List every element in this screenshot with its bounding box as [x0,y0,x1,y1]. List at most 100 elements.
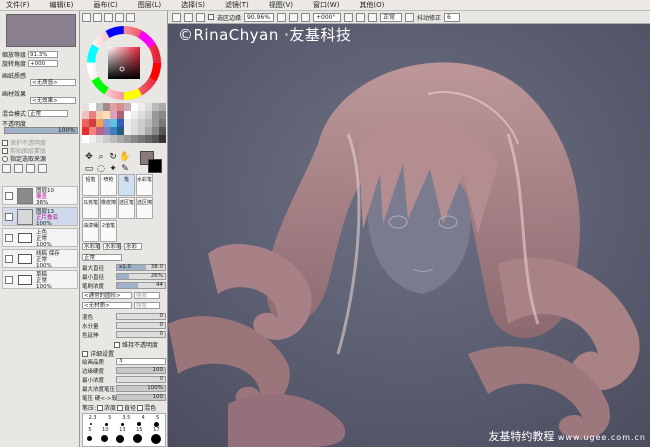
angle-field[interactable]: +000 [28,60,59,67]
menu-file[interactable]: 文件(F) [6,0,30,10]
folder-item[interactable]: 线稿 保存 正常 100% [2,249,78,269]
new-layer-icon[interactable] [2,164,11,173]
brush-eraser[interactable]: 橡皮擦 [100,197,117,219]
pressure-blend-checkbox[interactable] [137,404,144,411]
rgb-slider-icon[interactable] [93,13,102,22]
deselect-icon[interactable] [172,12,181,22]
color-swatches[interactable] [82,103,166,143]
menu-view[interactable]: 视图(V) [269,0,293,10]
menu-window[interactable]: 窗口(W) [313,0,339,10]
zoom-reset-icon[interactable] [301,12,311,22]
clip-group-checkbox[interactable] [2,147,8,154]
menu-select[interactable]: 选择(S) [181,0,205,10]
min-density-row: 最小浓度 0 [82,376,166,384]
angle-input[interactable]: +000° [313,12,342,22]
brush-shape-strength[interactable]: 强度 [134,292,160,299]
selection-edge-checkbox[interactable] [208,14,214,20]
menu-other[interactable]: 其他(O) [359,0,384,10]
brush-marker[interactable]: 马克笔 [82,197,99,219]
detail-row[interactable]: 详细设置 [82,349,114,358]
min-density-slider[interactable]: 0 [116,376,166,383]
canvas[interactable]: ©RinaChyan ·友基科技 友基特约教程 www.ugee.com.cn [168,24,650,447]
color-extend-slider[interactable]: 0 [116,331,166,338]
color-wheel[interactable] [86,25,162,101]
zoom-tool-icon[interactable]: ⌕ [95,151,107,163]
zoom-field[interactable]: 91.3% [28,51,59,58]
pressure-hard-slider[interactable]: 100 [116,394,166,401]
max-diameter-slider[interactable]: 38.0 x1.0 [116,264,166,271]
paper-texture-select[interactable]: <无质感> [30,79,76,86]
zoom-in-icon[interactable] [289,12,299,22]
menu-canvas[interactable]: 画布(C) [93,0,117,10]
visibility-icon[interactable] [5,213,13,221]
visibility-icon[interactable] [5,255,13,263]
blend-slider[interactable]: 0 [116,313,166,320]
rotate-tool-icon[interactable]: ↻ [107,151,119,163]
pressure-diameter-checkbox[interactable] [117,404,124,411]
brush-texture-select[interactable]: <无材质> [82,302,132,309]
hand-tool-icon[interactable]: ✋ [119,151,131,163]
brush-pencil[interactable]: 铅笔 [82,174,99,196]
detail-checkbox[interactable] [82,350,88,357]
paper-effect-select[interactable]: <无效果> [30,97,76,104]
background-color-swatch[interactable] [148,159,162,173]
water-slider[interactable]: 0 [116,322,166,329]
brush-airbrush[interactable]: 喷枪 [100,174,117,196]
brush-watercolor-3[interactable]: 水彩笔 [103,243,122,250]
source-radio[interactable] [2,155,8,162]
zoom-out-icon[interactable] [277,12,287,22]
delete-layer-icon[interactable] [38,164,47,173]
copy-layer-icon[interactable] [26,164,35,173]
menu-layer[interactable]: 图层(L) [138,0,161,10]
keep-opacity-checkbox[interactable] [114,341,120,348]
folder-item[interactable]: 上色 正常 100% [2,228,78,248]
stabilizer-select[interactable]: 6 [444,12,461,22]
density-slider[interactable]: 44 [116,282,166,289]
color-wheel-icon[interactable] [82,13,91,22]
brush-binary[interactable]: 2值笔 [100,220,117,242]
keep-opacity-row[interactable]: 维持不透明度 [114,340,158,349]
brush-watercolor[interactable]: 水彩笔 [136,174,153,196]
rotate-left-icon[interactable] [344,12,354,22]
scratchpad-icon[interactable] [126,13,135,22]
select-all-icon[interactable] [196,12,205,22]
brush-mode-select[interactable]: 正常 [82,254,122,261]
visibility-icon[interactable] [5,234,13,242]
invert-select-icon[interactable] [184,12,193,22]
max-pressure-slider[interactable]: 100% [116,385,166,392]
min-diameter-slider[interactable]: 26% [116,273,166,280]
zoom-input[interactable]: 90.96% [244,12,275,22]
layer-item[interactable]: 图层10 覆盖 36% [2,186,78,206]
visibility-icon[interactable] [5,192,13,200]
opacity-slider[interactable]: 100% [4,127,78,134]
layer-item-selected[interactable]: 图层13 正片叠底 100% [2,207,78,227]
brush-bucket[interactable]: 油漆桶 [82,220,99,242]
rotate-reset-icon[interactable] [368,12,378,22]
brush-watercolor-2[interactable]: 水彩笔 [82,243,101,250]
pressure-density-checkbox[interactable] [97,404,104,411]
brush-select-eraser[interactable]: 选区擦 [136,197,153,219]
mode-select[interactable]: 正常 [380,12,403,22]
swatch-icon[interactable] [115,13,124,22]
brush-pen[interactable]: 笔 [118,174,135,196]
flip-icon[interactable] [405,12,415,22]
blend-mode-select[interactable]: 正常 [28,110,69,117]
protect-opacity-checkbox[interactable] [2,139,8,146]
quality-select[interactable]: 3 [116,358,166,365]
brush-texture-strength[interactable]: 强度 [134,302,160,309]
menu-edit[interactable]: 编辑(E) [50,0,74,10]
source-row[interactable]: 指定选取来源 [2,154,46,163]
hsv-slider-icon[interactable] [104,13,113,22]
move-tool-icon[interactable]: ✥ [83,151,95,163]
visibility-icon[interactable] [5,276,13,284]
brush-select-pen[interactable]: 选区笔 [118,197,135,219]
brush-size-palette[interactable]: 2.3 3 3.5 4 5 5 10 13 15 17 [82,413,166,447]
new-folder-icon[interactable] [14,164,23,173]
brush-watercolor-4[interactable]: 水彩 [124,243,142,250]
edge-slider[interactable]: 100 [116,367,166,374]
navigator-thumbnail[interactable] [6,14,76,47]
menu-filter[interactable]: 滤镜(T) [225,0,249,10]
folder-item[interactable]: 草稿 正常 100% [2,270,78,290]
brush-shape-select[interactable]: <通常的圆形> [82,292,132,299]
rotate-right-icon[interactable] [356,12,366,22]
